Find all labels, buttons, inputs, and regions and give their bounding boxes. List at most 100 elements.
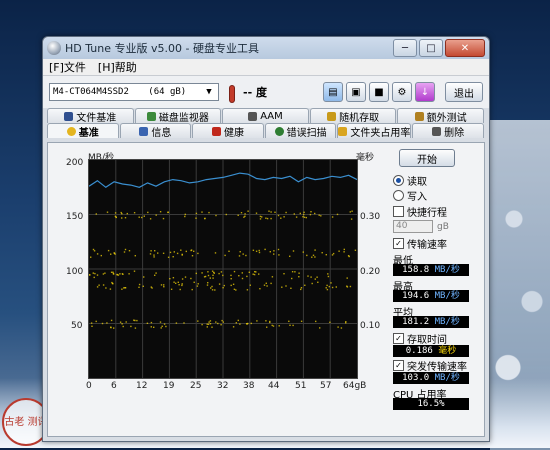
- download-icon[interactable]: ↓: [415, 82, 435, 102]
- access-time-checkbox[interactable]: ✓ 存取时间: [393, 332, 483, 346]
- access-time-point: [318, 214, 320, 216]
- access-time-point: [162, 217, 165, 220]
- access-time-point: [184, 276, 187, 278]
- access-time-point: [90, 256, 92, 258]
- access-time-point: [250, 322, 252, 325]
- copy-screenshot-icon[interactable]: ▣: [346, 82, 366, 102]
- access-time-point: [289, 255, 291, 257]
- access-time-point: [183, 322, 185, 324]
- access-time-point: [346, 286, 349, 288]
- access-time-point: [119, 273, 121, 275]
- maximize-button[interactable]: □: [419, 39, 443, 57]
- exit-button[interactable]: 退出: [445, 82, 483, 102]
- access-time-point: [302, 216, 304, 218]
- access-time-point: [307, 275, 309, 277]
- access-time-point: [112, 283, 114, 285]
- tab-file-benchmark[interactable]: 文件基准: [47, 108, 134, 124]
- close-button[interactable]: ✕: [445, 39, 485, 57]
- x-tick-0: 0: [86, 381, 92, 391]
- access-time-point: [114, 253, 116, 255]
- tab-label: 删除: [444, 127, 465, 139]
- access-time-point: [351, 210, 353, 212]
- extra-tests-icon: [414, 111, 424, 121]
- tab-health[interactable]: 健康: [192, 123, 264, 139]
- access-time-point: [92, 272, 94, 274]
- max-number: 194.6: [402, 291, 430, 301]
- access-time-point: [246, 275, 248, 278]
- access-time-point: [211, 285, 213, 288]
- access-time-point: [269, 321, 271, 324]
- access-time-point: [153, 326, 155, 328]
- access-time-point: [291, 277, 293, 280]
- read-radio[interactable]: 读取: [393, 174, 483, 188]
- access-time-point: [184, 213, 186, 216]
- tab-label: 文件夹占用率: [350, 127, 411, 139]
- access-time-point: [150, 321, 153, 324]
- access-time-point: [285, 211, 287, 214]
- access-time-point: [244, 213, 246, 215]
- menu-file[interactable]: [F]文件: [49, 59, 86, 75]
- title-bar[interactable]: HD Tune 专业版 v5.00 - 硬盘专业工具 ─ □ ✕: [43, 37, 489, 59]
- start-button[interactable]: 开始: [399, 149, 455, 167]
- save-icon[interactable]: ■: [369, 82, 389, 102]
- access-time-point: [273, 250, 275, 252]
- access-time-point: [239, 323, 241, 325]
- access-time-point: [314, 256, 316, 258]
- tab-erase[interactable]: 删除: [412, 123, 484, 139]
- menu-help[interactable]: [H]帮助: [98, 59, 137, 75]
- drive-select-value: M4-CT064M4SSD2 (64 gB): [53, 87, 203, 97]
- access-time-point: [214, 289, 216, 291]
- access-time-point: [206, 323, 208, 325]
- tab-folder-usage[interactable]: 文件夹占用率: [337, 123, 412, 139]
- tab-info[interactable]: 信息: [119, 123, 192, 139]
- access-time-point: [193, 250, 195, 252]
- tab-extra-tests[interactable]: 额外测试: [397, 108, 484, 124]
- access-time-point: [208, 321, 210, 323]
- access-time-point: [197, 320, 199, 322]
- minimize-button[interactable]: ─: [393, 39, 417, 57]
- tab-aam[interactable]: AAM: [222, 108, 309, 123]
- access-time-point: [314, 278, 316, 280]
- access-time-point: [221, 319, 223, 322]
- write-radio[interactable]: 写入: [393, 189, 483, 203]
- chevron-down-icon: ▼: [206, 87, 212, 97]
- access-time-point: [160, 284, 163, 286]
- tab-error-scan[interactable]: 错误扫描: [264, 123, 337, 139]
- access-time-point: [134, 327, 137, 329]
- tab-disk-monitor[interactable]: 磁盘监视器: [134, 108, 222, 124]
- checkbox-checked-icon: ✓: [393, 333, 404, 344]
- access-time-point: [298, 272, 300, 274]
- access-time-point: [232, 283, 235, 285]
- access-time-point: [184, 215, 186, 218]
- burst-rate-checkbox[interactable]: ✓ 突发传输速率: [393, 359, 483, 373]
- transfer-rate-checkbox[interactable]: ✓ 传输速率: [393, 237, 483, 251]
- access-time-point: [154, 274, 156, 276]
- access-time-point: [233, 288, 236, 290]
- access-time-point: [247, 210, 249, 212]
- access-time-point: [201, 272, 203, 274]
- access-time-point: [106, 211, 109, 213]
- short-stroke-input[interactable]: 40: [393, 220, 433, 233]
- access-time-point: [326, 284, 328, 287]
- access-time-point: [259, 215, 262, 218]
- tab-benchmark[interactable]: 基准: [47, 123, 119, 139]
- tab-label: 基准: [78, 127, 99, 139]
- access-time-point: [283, 216, 285, 218]
- checkbox-checked-icon: ✓: [393, 238, 404, 249]
- access-time-point: [215, 214, 217, 217]
- access-time-point: [167, 256, 170, 258]
- copy-text-icon[interactable]: ▤: [323, 82, 343, 102]
- access-time-point: [143, 276, 145, 278]
- access-time-point: [130, 325, 132, 328]
- drive-select[interactable]: M4-CT064M4SSD2 (64 gB) ▼: [49, 83, 219, 101]
- short-stroke-checkbox[interactable]: 快捷行程: [393, 205, 483, 219]
- access-time-point: [134, 255, 136, 257]
- access-time-point: [265, 282, 267, 284]
- benchmark-panel: MB/秒 毫秒 200 150 100 50 0.30 0.20 0.10 0 …: [47, 142, 485, 437]
- options-icon[interactable]: ⚙: [392, 82, 412, 102]
- tab-random-access[interactable]: 随机存取: [309, 108, 397, 124]
- access-time-point: [300, 320, 303, 322]
- access-time-point: [325, 287, 327, 289]
- access-time-point: [180, 249, 182, 251]
- benchmark-icon: [66, 126, 76, 136]
